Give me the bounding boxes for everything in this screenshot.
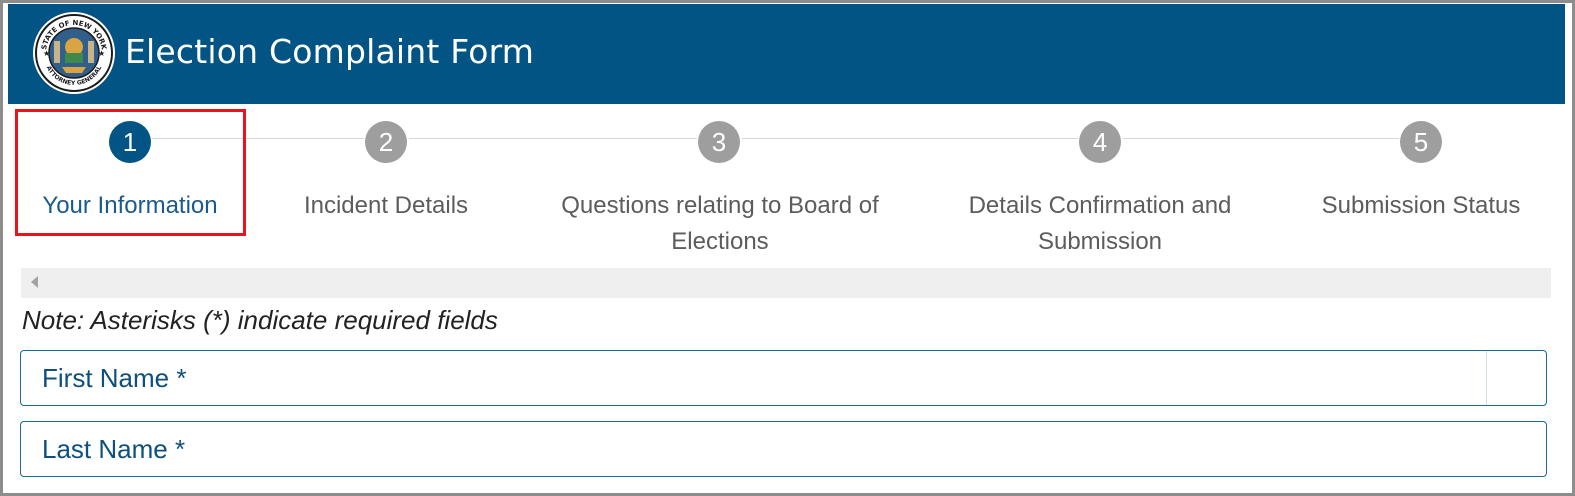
step-connector-2-3 — [409, 138, 697, 139]
step-4-label[interactable]: Details Confirmation and Submission — [940, 188, 1260, 260]
step-3-number[interactable]: 3 — [698, 121, 740, 163]
first-name-field-end — [1486, 351, 1546, 405]
active-step-highlight — [15, 109, 246, 236]
step-5-number[interactable]: 5 — [1400, 121, 1442, 163]
app-title: Election Complaint Form — [125, 32, 535, 71]
last-name-label: Last Name * — [42, 434, 186, 464]
step-5-label[interactable]: Submission Status — [1300, 188, 1542, 224]
new-york-attorney-general-seal-icon: STATE OF NEW YORK ATTORNEY GENERAL ★ ★ — [32, 11, 116, 95]
step-2-label[interactable]: Incident Details — [276, 188, 496, 224]
step-connector-4-5 — [1123, 138, 1399, 139]
step-4-label-line-2: Submission — [1037, 228, 1163, 255]
first-name-field[interactable]: First Name * — [20, 350, 1547, 406]
app-header: STATE OF NEW YORK ATTORNEY GENERAL ★ ★ E… — [8, 4, 1565, 104]
first-name-label: First Name * — [42, 363, 187, 393]
horizontal-scrollbar[interactable] — [21, 268, 1551, 298]
step-3-label-line-2: Elections — [671, 228, 769, 255]
step-3-label-line-1: Questions relating to Board of — [561, 192, 879, 219]
step-2-number[interactable]: 2 — [365, 121, 407, 163]
required-fields-note: Note: Asterisks (*) indicate required fi… — [22, 305, 498, 335]
step-4-number[interactable]: 4 — [1079, 121, 1121, 163]
svg-text:★: ★ — [43, 49, 50, 58]
last-name-field[interactable]: Last Name * — [20, 421, 1547, 477]
svg-text:★: ★ — [98, 49, 105, 58]
scroll-left-arrow-icon[interactable] — [31, 276, 38, 288]
step-connector-3-4 — [742, 138, 1078, 139]
step-3-label[interactable]: Questions relating to Board of Elections — [525, 188, 915, 260]
step-4-label-line-1: Details Confirmation and — [968, 192, 1232, 219]
